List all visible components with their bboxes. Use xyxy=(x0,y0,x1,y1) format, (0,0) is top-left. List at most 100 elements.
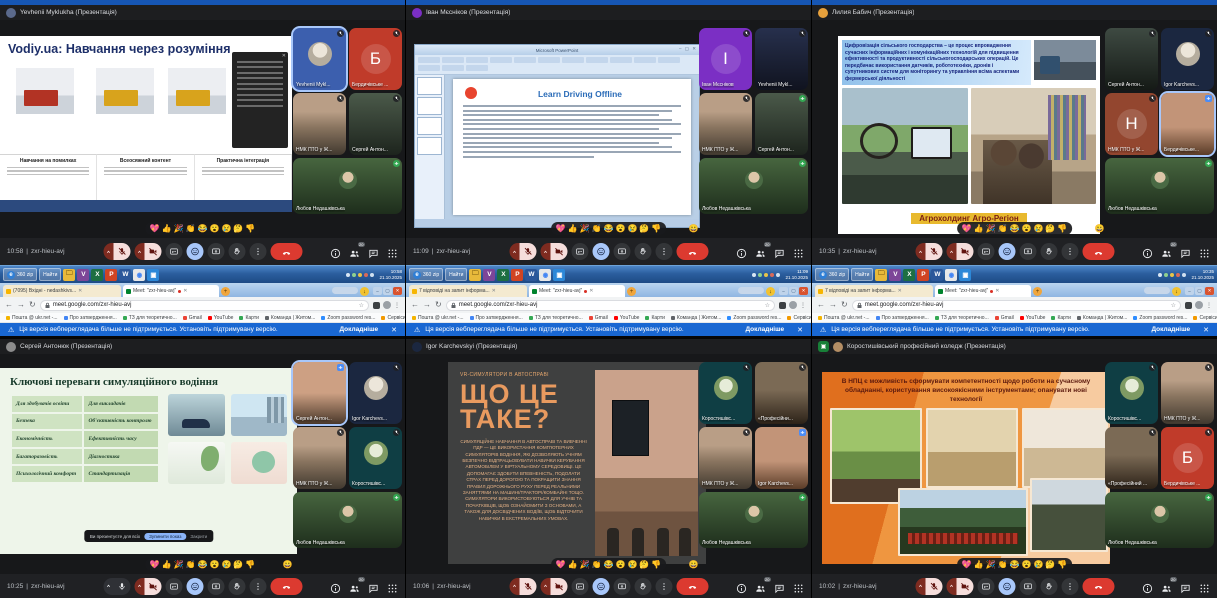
captions-button[interactable] xyxy=(571,243,588,260)
meet-icon[interactable]: ▣ xyxy=(553,269,565,281)
participant-tile[interactable]: Yevhenii Mykl... xyxy=(293,28,346,90)
address-bar[interactable]: meet.google.com/zxr-hieu-avj ☆ xyxy=(446,300,775,311)
more-options-button[interactable] xyxy=(655,243,672,260)
mic-options-chevron-icon[interactable] xyxy=(509,578,519,595)
powerpoint-icon[interactable]: P xyxy=(917,269,929,281)
bookmark-item[interactable]: Сервіси та профіл... xyxy=(787,315,811,321)
tray-icon[interactable] xyxy=(776,273,780,277)
reactions-button[interactable] xyxy=(186,243,203,260)
chrome-icon[interactable]: ◉ xyxy=(133,269,145,281)
bookmark-item[interactable]: Карти xyxy=(645,315,664,321)
mic-button[interactable] xyxy=(509,578,536,595)
mic-button[interactable] xyxy=(103,243,130,260)
stop-presenting-button[interactable]: Зупинити показ xyxy=(144,533,186,540)
bookmark-item[interactable]: Сервіси та профіл... xyxy=(381,315,405,321)
participant-tile[interactable]: НМК ПТО у Ж... xyxy=(293,427,346,489)
chat-button[interactable] xyxy=(1180,581,1191,592)
forward-icon[interactable]: → xyxy=(829,301,837,309)
chat-button[interactable] xyxy=(368,246,379,257)
participant-tile[interactable]: Сергей Антон... xyxy=(349,93,402,155)
raise-hand-button[interactable] xyxy=(1040,578,1057,595)
bookmark-item[interactable]: Сервіси та профіл... xyxy=(1193,315,1217,321)
participant-tile[interactable]: Yevhenii Mykl... xyxy=(755,28,808,90)
reaction-emoji[interactable]: 👎 xyxy=(1057,561,1067,569)
new-tab-button[interactable]: + xyxy=(221,287,230,296)
reaction-emoji[interactable]: 👍 xyxy=(568,225,578,233)
mic-options-chevron-icon[interactable] xyxy=(915,243,925,260)
taskbar-clock[interactable]: 10:5821.10.2025 xyxy=(379,269,402,280)
participant-tile[interactable]: Коростишівс... xyxy=(699,362,752,424)
browser-menu-icon[interactable]: ⋮ xyxy=(800,302,806,309)
leave-call-button[interactable] xyxy=(270,578,302,595)
browser-tab-meet[interactable]: Meet: "zxr-hieu-avj" ✕ xyxy=(123,285,219,297)
back-icon[interactable]: ← xyxy=(411,301,419,309)
meet-icon[interactable]: ▣ xyxy=(147,269,159,281)
captions-button[interactable] xyxy=(977,243,994,260)
extension-icon[interactable] xyxy=(779,302,786,309)
bookmark-item[interactable]: Команда | Житом... xyxy=(1077,315,1127,321)
viber-icon[interactable]: V xyxy=(483,269,495,281)
participant-tile[interactable]: НМК ПТО у Ж... xyxy=(699,427,752,489)
participant-tile[interactable]: Igor Karchevs... xyxy=(1161,28,1214,90)
bookmark-item[interactable]: Пошта @ ukr.net -... xyxy=(6,315,58,321)
taskbar-search-button[interactable]: Найти xyxy=(445,268,467,281)
reaction-emoji[interactable]: 🤔 xyxy=(1045,225,1055,233)
camera-button[interactable] xyxy=(946,578,973,595)
banner-close-icon[interactable]: ✕ xyxy=(797,326,803,334)
taskbar-clock[interactable]: 10:3521.10.2025 xyxy=(1191,269,1214,280)
participant-tile[interactable]: Любов Недашківська xyxy=(293,492,402,548)
maximize-button[interactable]: ▢ xyxy=(383,287,392,295)
camera-button[interactable] xyxy=(540,578,567,595)
tray-icon[interactable] xyxy=(1158,273,1162,277)
reaction-emoji[interactable]: 😂 xyxy=(1010,225,1020,233)
taskbar-search-button[interactable]: Найти xyxy=(39,268,61,281)
tray-icon[interactable] xyxy=(352,273,356,277)
powerpoint-icon[interactable]: P xyxy=(105,269,117,281)
excel-icon[interactable]: X xyxy=(497,269,509,281)
participant-tile[interactable]: Igor Karchevs... xyxy=(349,362,402,424)
bookmark-item[interactable]: Команда | Житом... xyxy=(671,315,721,321)
reaction-emoji[interactable]: 🤔 xyxy=(233,561,243,569)
reaction-emoji[interactable]: 👎 xyxy=(245,561,255,569)
reactions-button[interactable] xyxy=(592,578,609,595)
reload-icon[interactable]: ↻ xyxy=(29,301,36,309)
minimize-button[interactable]: – xyxy=(373,287,382,295)
leave-call-button[interactable] xyxy=(270,243,302,260)
reaction-emoji[interactable]: 👏 xyxy=(186,225,196,233)
reaction-emoji[interactable]: 💖 xyxy=(962,561,972,569)
more-options-button[interactable] xyxy=(1061,243,1078,260)
tab-close-icon[interactable]: ✕ xyxy=(78,288,82,294)
taskbar-search-button[interactable]: Найти xyxy=(851,268,873,281)
info-button[interactable] xyxy=(736,581,747,592)
participant-tile[interactable]: Коростишівс... xyxy=(1105,362,1158,424)
reaction-emoji[interactable]: 😂 xyxy=(198,561,208,569)
folder-icon[interactable]: 🗀 xyxy=(875,269,887,281)
banner-close-icon[interactable]: ✕ xyxy=(391,326,397,334)
raise-hand-button[interactable] xyxy=(1040,243,1057,260)
captions-button[interactable] xyxy=(165,243,182,260)
learn-more-link[interactable]: Докладніше xyxy=(339,326,378,333)
bookmark-item[interactable]: Пошта @ ukr.net -... xyxy=(818,315,870,321)
participant-tile[interactable]: Сергей Антон... xyxy=(293,362,346,424)
reaction-emoji[interactable]: 🤔 xyxy=(1045,561,1055,569)
participant-tile[interactable]: Любов Недашківська xyxy=(1105,492,1214,548)
captions-button[interactable] xyxy=(571,578,588,595)
participant-tile[interactable]: Любов Недашківська xyxy=(699,158,808,214)
captions-button[interactable] xyxy=(977,578,994,595)
word-icon[interactable]: W xyxy=(931,269,943,281)
window-controls[interactable]: – ▢ ✕ xyxy=(679,46,697,52)
reaction-emoji[interactable]: 😂 xyxy=(198,225,208,233)
activities-button[interactable] xyxy=(387,581,398,592)
reaction-emoji[interactable]: 👍 xyxy=(974,561,984,569)
viber-icon[interactable]: V xyxy=(889,269,901,281)
reaction-emoji[interactable]: 💖 xyxy=(150,561,160,569)
reactions-button[interactable] xyxy=(186,578,203,595)
people-button[interactable]: 20 xyxy=(755,581,766,592)
reload-icon[interactable]: ↻ xyxy=(841,301,848,309)
mic-options-chevron-icon[interactable] xyxy=(509,243,519,260)
excel-icon[interactable]: X xyxy=(903,269,915,281)
reaction-emoji[interactable]: 🤔 xyxy=(639,561,649,569)
camera-options-chevron-icon[interactable] xyxy=(134,578,144,595)
info-button[interactable] xyxy=(330,581,341,592)
mic-button[interactable] xyxy=(509,243,536,260)
